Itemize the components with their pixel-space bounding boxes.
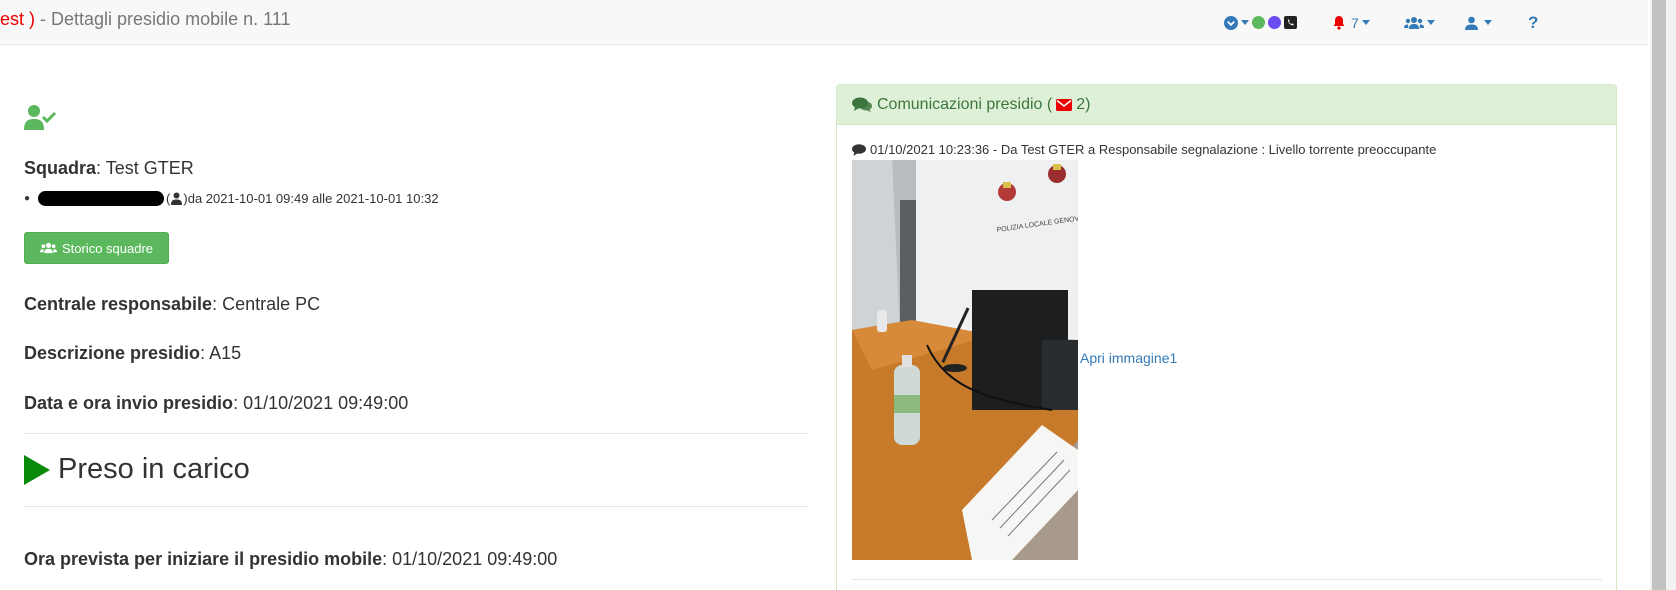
teams-dropdown[interactable] bbox=[1404, 0, 1435, 45]
chevron-circle-down-icon bbox=[1224, 15, 1238, 30]
communications-panel: Comunicazioni presidio ( 2) 01/10/2021 1… bbox=[836, 84, 1617, 590]
notifications-count: 7 bbox=[1351, 14, 1359, 31]
help-button[interactable]: ? bbox=[1528, 0, 1538, 45]
member-role-icon: () bbox=[166, 191, 188, 206]
team-member-item: ● () da 2021-10-01 09:49 alle 2021-10-01… bbox=[24, 191, 439, 206]
communications-title: Comunicazioni presidio ( bbox=[877, 95, 1053, 113]
user-check-icon bbox=[24, 105, 56, 130]
status-green-dot-icon bbox=[1252, 16, 1265, 29]
photo-office-scene: POLIZIA LOCALE GENOVA bbox=[852, 160, 1078, 560]
users-icon bbox=[1404, 16, 1424, 29]
redacted-member-name bbox=[38, 191, 165, 206]
user-dropdown[interactable] bbox=[1465, 0, 1492, 45]
sent-datetime-label: Data e ora invio presidio bbox=[24, 393, 234, 413]
caret-down-icon bbox=[1241, 20, 1249, 25]
caret-down-icon bbox=[1361, 20, 1370, 25]
description-value: : A15 bbox=[200, 343, 242, 363]
phone-square-icon bbox=[1284, 16, 1297, 29]
status-purple-dot-icon bbox=[1268, 16, 1281, 29]
user-icon bbox=[1465, 16, 1478, 30]
help-icon: ? bbox=[1528, 12, 1539, 32]
central-value: : Centrale PC bbox=[212, 294, 321, 314]
notifications-dropdown[interactable]: 7 bbox=[1332, 0, 1370, 45]
member-period: da 2021-10-01 09:49 alle 2021-10-01 10:3… bbox=[187, 191, 439, 206]
communications-count: 2) bbox=[1076, 95, 1091, 113]
caret-down-icon bbox=[1427, 20, 1435, 25]
sent-datetime-field: Data e ora invio presidio: 01/10/2021 09… bbox=[24, 393, 408, 414]
divider bbox=[24, 433, 809, 434]
page-title-text: - Dettagli presidio mobile n. 111 bbox=[35, 9, 291, 29]
communication-photo[interactable]: POLIZIA LOCALE GENOVA bbox=[852, 160, 1078, 560]
envelope-icon bbox=[1056, 98, 1073, 111]
team-history-button[interactable]: Storico squadre bbox=[24, 232, 169, 264]
central-field: Centrale responsabile: Centrale PC bbox=[24, 294, 320, 315]
communication-text: 01/10/2021 10:23:36 - Da Test GTER a Res… bbox=[870, 142, 1437, 157]
team-value: : Test GTER bbox=[96, 158, 194, 178]
caret-down-icon bbox=[1484, 20, 1492, 25]
central-label: Centrale responsabile bbox=[24, 294, 213, 314]
play-icon bbox=[24, 454, 50, 485]
bell-icon bbox=[1333, 16, 1345, 30]
communications-panel-header: Comunicazioni presidio ( 2) bbox=[837, 85, 1616, 125]
description-field: Descrizione presidio: A15 bbox=[24, 343, 241, 364]
top-navbar: est ) - Dettagli presidio mobile n. 111 … bbox=[0, 0, 1648, 45]
sent-datetime-value: : 01/10/2021 09:49:00 bbox=[233, 393, 409, 413]
divider bbox=[24, 506, 809, 507]
comments-icon bbox=[852, 97, 872, 112]
team-label: Squadra bbox=[24, 158, 97, 178]
open-image-link[interactable]: Apri immagine1 bbox=[1080, 350, 1177, 366]
team-history-label: Storico squadre bbox=[61, 240, 154, 256]
planned-start-value: : 01/10/2021 09:49:00 bbox=[382, 549, 558, 569]
status-heading: Preso in carico bbox=[24, 453, 250, 486]
page-scrollbar[interactable] bbox=[1650, 0, 1676, 590]
users-icon bbox=[39, 242, 57, 254]
planned-start-field: Ora prevista per iniziare il presidio mo… bbox=[24, 549, 557, 570]
communication-message: 01/10/2021 10:23:36 - Da Test GTER a Res… bbox=[852, 142, 1436, 157]
team-field: Squadra: Test GTER bbox=[24, 158, 194, 179]
divider bbox=[852, 579, 1602, 580]
comment-icon bbox=[852, 143, 866, 156]
status-dropdown[interactable] bbox=[1224, 0, 1297, 45]
list-bullet: ● bbox=[24, 193, 31, 204]
planned-start-label: Ora prevista per iniziare il presidio mo… bbox=[24, 549, 383, 569]
page-title: est ) - Dettagli presidio mobile n. 111 bbox=[0, 9, 290, 30]
description-label: Descrizione presidio bbox=[24, 343, 201, 363]
scrollbar-thumb[interactable] bbox=[1652, 0, 1666, 590]
status-text: Preso in carico bbox=[58, 453, 250, 485]
env-title-fragment: est ) bbox=[0, 9, 36, 29]
